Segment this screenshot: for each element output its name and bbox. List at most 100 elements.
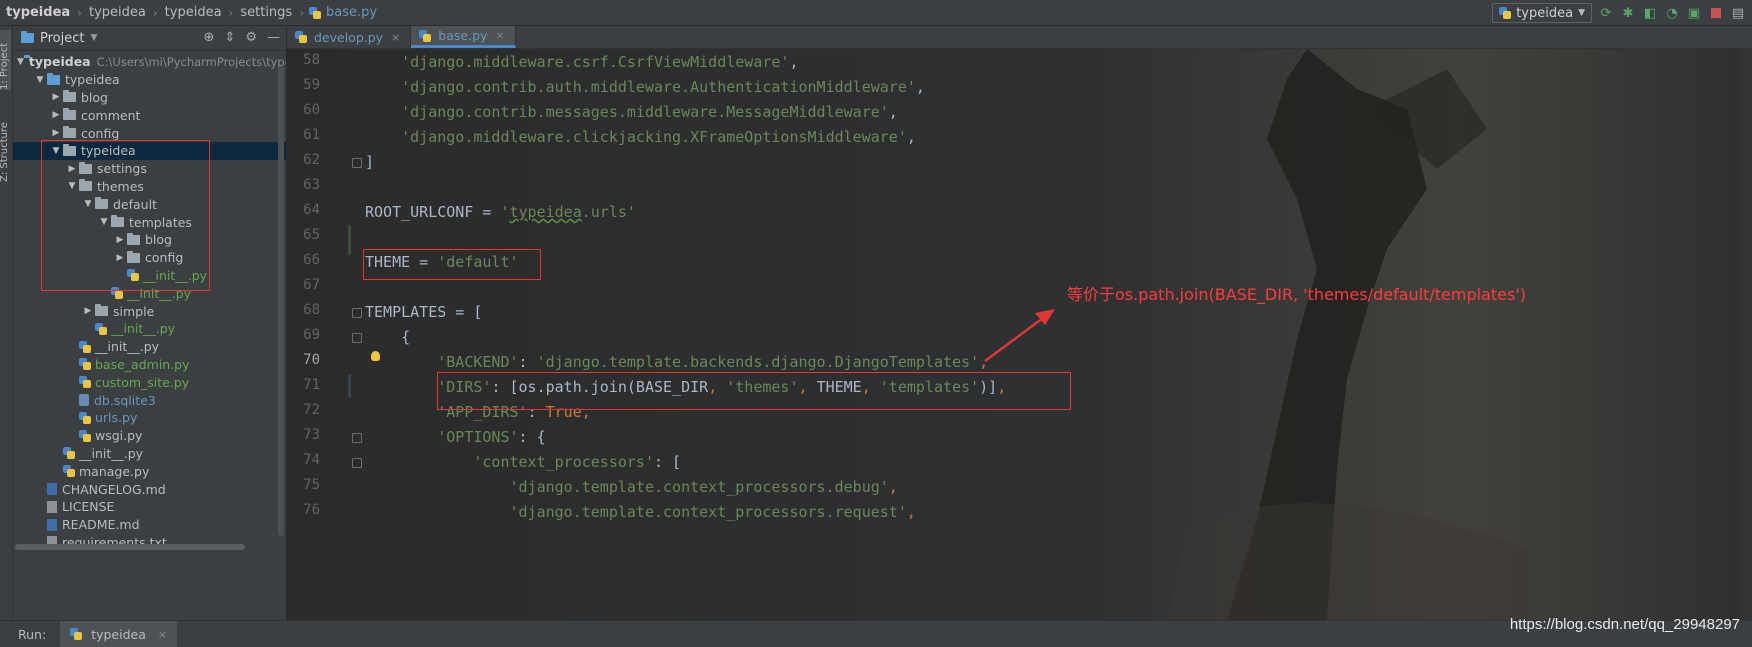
tree-item[interactable]: ▶__init__.py xyxy=(13,320,286,338)
project-view-select[interactable]: Project ▼ xyxy=(13,31,97,46)
chevron-right-icon[interactable]: ▶ xyxy=(81,306,95,316)
tree-item[interactable]: ▶ comment xyxy=(13,106,286,124)
fold-marker-icon[interactable] xyxy=(352,308,362,318)
build-icon[interactable]: ▣ xyxy=(1686,5,1702,21)
tree-item[interactable]: ▶__init__.py xyxy=(13,338,286,356)
tree-item[interactable]: ▶CHANGELOG.md xyxy=(13,480,286,498)
tree-item[interactable]: ▶ settings xyxy=(13,160,286,178)
fold-marker-icon[interactable] xyxy=(352,458,362,468)
run-configuration-select[interactable]: typeidea ▼ xyxy=(1492,3,1592,23)
code-line[interactable]: 'django.template.context_processors.debu… xyxy=(365,477,898,497)
profile-icon[interactable]: ◔ xyxy=(1664,5,1680,21)
tree-item[interactable]: ▶__init__.py xyxy=(13,284,286,302)
tree-item[interactable]: ▶urls.py xyxy=(13,409,286,427)
tree-item[interactable]: ▶db.sqlite3 xyxy=(13,391,286,409)
run-toolbar: typeidea ▼ ⟳ ✱ ◧ ◔ ▣ ▤ xyxy=(1492,2,1746,24)
code-line[interactable]: 'BACKEND': 'django.template.backends.dja… xyxy=(365,352,988,372)
chevron-right-icon[interactable]: ▶ xyxy=(49,92,63,102)
chevron-right-icon[interactable]: ▶ xyxy=(113,253,127,263)
code-line[interactable]: THEME = 'default' xyxy=(365,252,519,272)
tree-item[interactable]: ▶__init__.py xyxy=(13,267,286,285)
chevron-right-icon[interactable]: ▶ xyxy=(49,128,63,138)
chevron-right-icon[interactable]: ▶ xyxy=(65,164,79,174)
code-line[interactable]: 'context_processors': [ xyxy=(365,452,681,472)
line-number: 61 xyxy=(303,127,320,143)
code-token: 'OPTIONS' xyxy=(437,428,519,446)
tree-item[interactable]: ▼ themes xyxy=(13,178,286,196)
horizontal-scrollbar[interactable] xyxy=(15,544,245,550)
chevron-down-icon[interactable]: ▼ xyxy=(97,217,111,227)
menu-icon[interactable]: ▤ xyxy=(1730,5,1746,21)
locate-icon[interactable]: ⊕ xyxy=(204,30,215,45)
chevron-down-icon[interactable]: ▼ xyxy=(49,146,63,156)
breadcrumb-item[interactable]: typeidea xyxy=(87,5,148,20)
chevron-right-icon[interactable]: ▶ xyxy=(49,110,63,120)
vertical-scrollbar[interactable] xyxy=(1740,49,1752,620)
fold-marker-icon[interactable] xyxy=(352,433,362,443)
tree-item[interactable]: ▶custom_site.py xyxy=(13,373,286,391)
close-icon[interactable]: × xyxy=(158,628,167,641)
watermark: https://blog.csdn.net/qq_29948297 xyxy=(1509,616,1740,633)
chevron-right-icon[interactable]: ▶ xyxy=(113,235,127,245)
chevron-down-icon[interactable]: ▼ xyxy=(33,75,47,85)
code-line[interactable]: { xyxy=(365,327,410,347)
fold-marker-icon[interactable] xyxy=(352,158,362,168)
code-line[interactable]: 'APP_DIRS': True, xyxy=(365,402,591,422)
tree-item[interactable]: ▶ simple xyxy=(13,302,286,320)
code-token: 'templates' xyxy=(879,378,980,396)
code-line[interactable]: 'django.template.context_processors.requ… xyxy=(365,502,916,522)
code-line[interactable]: 'DIRS': [os.path.join(BASE_DIR, 'themes'… xyxy=(365,377,1006,397)
tree-item[interactable]: ▶README.md xyxy=(13,516,286,534)
stop-icon[interactable] xyxy=(1708,5,1724,21)
debug-icon[interactable]: ✱ xyxy=(1620,5,1636,21)
fold-marker-icon[interactable] xyxy=(352,333,362,343)
tree-item[interactable]: ▶ config xyxy=(13,249,286,267)
code-line[interactable]: ] xyxy=(365,152,374,172)
tree-item[interactable]: ▼ default xyxy=(13,195,286,213)
gear-icon[interactable]: ⚙ xyxy=(245,30,257,45)
structure-tool-tab[interactable]: Z: Structure xyxy=(0,112,11,182)
run-tab[interactable]: typeidea × xyxy=(60,621,178,647)
code-line[interactable]: 'django.middleware.csrf.CsrfViewMiddlewa… xyxy=(365,52,798,72)
editor-tab[interactable]: develop.py × xyxy=(287,26,412,48)
rerun-icon[interactable]: ⟳ xyxy=(1598,5,1614,21)
project-tool-tab[interactable]: 1: Project xyxy=(0,30,11,90)
breadcrumb-item[interactable]: settings xyxy=(238,5,294,20)
breadcrumb-item[interactable]: typeidea xyxy=(4,5,72,20)
vertical-scrollbar[interactable] xyxy=(278,66,284,536)
tree-item[interactable]: ▶wsgi.py xyxy=(13,427,286,445)
collapse-all-icon[interactable]: ⇕ xyxy=(224,30,235,45)
editor-tab[interactable]: base.py × xyxy=(411,26,516,48)
code-line[interactable]: 'django.contrib.messages.middleware.Mess… xyxy=(365,102,898,122)
tree-item[interactable]: ▶manage.py xyxy=(13,462,286,480)
tree-item[interactable]: ▶ blog xyxy=(13,231,286,249)
chevron-down-icon[interactable]: ▼ xyxy=(81,199,95,209)
tree-item[interactable]: ▶base_admin.py xyxy=(13,356,286,374)
tree-item[interactable]: ▶LICENSE xyxy=(13,498,286,516)
coverage-icon[interactable]: ◧ xyxy=(1642,5,1658,21)
breadcrumb-item[interactable]: typeidea xyxy=(163,5,224,20)
close-icon[interactable]: × xyxy=(391,31,400,44)
tree-item[interactable]: ▶__init__.py xyxy=(13,445,286,463)
tree-item[interactable]: ▼ typeidea C:\Users\mi\PycharmProjects\typ… xyxy=(13,53,286,71)
breadcrumb-item[interactable]: base.py xyxy=(324,5,379,20)
tree-item[interactable]: ▼ templates xyxy=(13,213,286,231)
close-icon[interactable]: × xyxy=(495,29,504,42)
code-line[interactable]: ROOT_URLCONF = 'typeidea.urls' xyxy=(365,202,636,222)
chevron-down-icon[interactable]: ▼ xyxy=(17,57,24,67)
chevron-down-icon[interactable]: ▼ xyxy=(65,181,79,191)
python-file-icon xyxy=(1499,7,1512,19)
tree-item[interactable]: ▶ config xyxy=(13,124,286,142)
tree-item[interactable]: ▼ typeidea xyxy=(13,71,286,89)
code-line[interactable]: 'OPTIONS': { xyxy=(365,427,545,447)
folder-icon xyxy=(47,72,60,85)
code-line[interactable]: 'django.middleware.clickjacking.XFrameOp… xyxy=(365,127,916,147)
code-line[interactable]: TEMPLATES = [ xyxy=(365,302,482,322)
tree-item[interactable]: ▶ blog xyxy=(13,89,286,107)
tree-item[interactable]: ▼ typeidea xyxy=(13,141,286,160)
minimize-icon[interactable]: — xyxy=(267,30,280,45)
python-file-icon xyxy=(63,465,75,478)
code-line[interactable]: 'django.contrib.auth.middleware.Authenti… xyxy=(365,77,925,97)
line-number: 66 xyxy=(303,252,320,268)
code-editor[interactable]: 58 59 60 61 62 63 64 65 66 67 68 69 70 71 72 73 74 75 76 '… xyxy=(287,49,1752,620)
